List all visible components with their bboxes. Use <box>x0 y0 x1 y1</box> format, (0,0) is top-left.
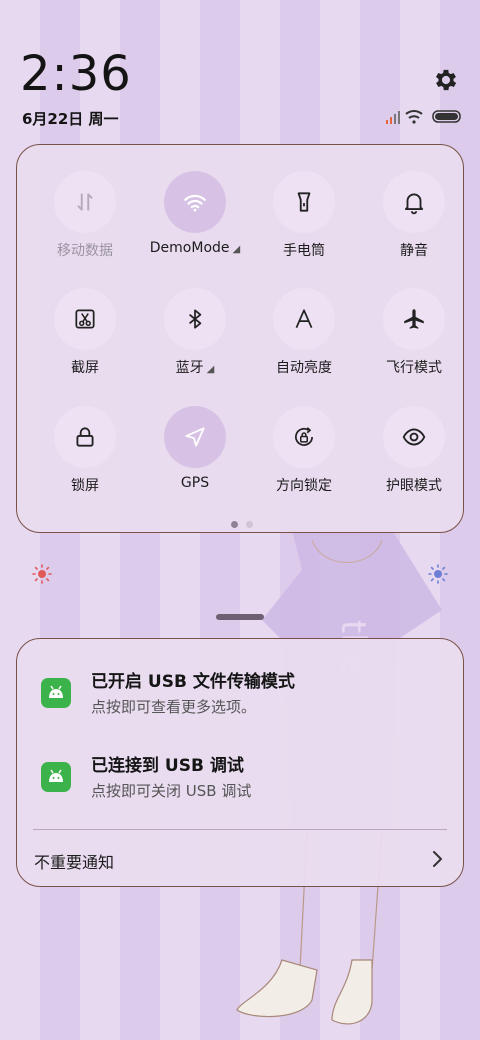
eye-icon <box>402 428 426 446</box>
wifi-icon <box>184 194 206 212</box>
expand-caret-icon[interactable]: ◢ <box>233 244 241 255</box>
toggle-label: 移动数据 <box>25 240 145 260</box>
page-indicator <box>227 521 257 529</box>
lock-icon <box>76 427 94 447</box>
location-arrow-icon <box>185 427 205 447</box>
toggle-label-text: 飞行模式 <box>386 360 442 376</box>
signal-icon <box>386 111 400 124</box>
date-label: 6月22日 周一 <box>22 110 119 128</box>
quick-toggle-eye[interactable]: 护眼模式 <box>364 406 464 510</box>
quick-toggle-flashlight[interactable]: 手电筒 <box>254 171 354 275</box>
android-icon <box>41 678 71 708</box>
auto-brightness-icon <box>295 309 313 329</box>
quick-toggle-rotation-lock[interactable]: 方向锁定 <box>254 406 354 510</box>
toggle-button[interactable] <box>383 406 445 468</box>
quick-toggle-bell[interactable]: 静音 <box>364 171 464 275</box>
page-dot <box>246 521 253 528</box>
toggle-label-text: 静音 <box>400 243 428 259</box>
notification-usb-debug[interactable]: 已连接到 USB 调试 点按即可关闭 USB 调试 <box>17 747 463 807</box>
bluetooth-icon <box>189 309 202 329</box>
chevron-right-icon <box>433 851 442 867</box>
quick-toggle-mobile-data: 移动数据 <box>35 171 135 275</box>
toggle-button[interactable] <box>273 406 335 468</box>
divider <box>33 829 447 830</box>
brightness-high-icon <box>428 564 448 584</box>
toggle-label: 锁屏 <box>25 475 145 495</box>
toggle-label: 方向锁定 <box>244 475 364 495</box>
toggle-label: 自动亮度 <box>244 357 364 377</box>
page-dot-active <box>231 521 238 528</box>
battery-icon <box>432 110 461 123</box>
toggle-label: 静音 <box>354 240 474 260</box>
quick-toggle-airplane[interactable]: 飞行模式 <box>364 288 464 392</box>
brightness-slider[interactable] <box>30 562 450 586</box>
toggle-label-text: GPS <box>180 475 210 491</box>
flashlight-icon <box>297 192 311 212</box>
toggle-label-text: 方向锁定 <box>276 478 332 494</box>
toggle-button[interactable] <box>164 171 226 233</box>
toggle-button[interactable] <box>273 288 335 350</box>
toggle-label: DemoMode ◢ <box>135 240 255 256</box>
toggle-label: 蓝牙 ◢ <box>135 357 255 377</box>
toggle-label-text: DemoMode <box>149 240 230 256</box>
clock: 2:36 <box>20 46 132 102</box>
toggle-button[interactable] <box>273 171 335 233</box>
screenshot-icon <box>75 309 95 329</box>
notification-title: 已开启 USB 文件传输模式 <box>91 672 295 692</box>
toggle-label: 护眼模式 <box>354 475 474 495</box>
toggle-label-text: 移动数据 <box>57 243 113 259</box>
toggle-label-text: 锁屏 <box>71 478 99 494</box>
quick-toggle-bluetooth[interactable]: 蓝牙 ◢ <box>145 288 245 392</box>
unimportant-notifications-row[interactable]: 不重要通知 <box>17 839 463 879</box>
control-center-panel: 移动数据 DemoMode ◢ 手电筒 静音 截屏 蓝牙 ◢ 自动亮度 飞行模式 锁屏 GPS 方向锁定… <box>16 144 464 533</box>
toggle-button[interactable] <box>164 406 226 468</box>
quick-toggle-lock[interactable]: 锁屏 <box>35 406 135 510</box>
mobile-data-icon <box>77 193 93 211</box>
quick-toggle-screenshot[interactable]: 截屏 <box>35 288 135 392</box>
quick-toggle-auto-brightness[interactable]: 自动亮度 <box>254 288 354 392</box>
panel-drag-handle[interactable] <box>216 614 264 620</box>
toggle-label: 手电筒 <box>244 240 364 260</box>
status-bar-icons <box>386 110 461 124</box>
toggle-button[interactable] <box>383 288 445 350</box>
toggle-button[interactable] <box>54 406 116 468</box>
notification-title: 已连接到 USB 调试 <box>91 756 244 776</box>
android-icon <box>41 762 71 792</box>
quick-toggle-location-arrow[interactable]: GPS <box>145 406 245 510</box>
toggle-label-text: 自动亮度 <box>276 360 332 376</box>
quick-toggle-wifi[interactable]: DemoMode ◢ <box>145 171 245 275</box>
toggle-label-text: 手电筒 <box>283 243 325 259</box>
notification-panel: 已开启 USB 文件传输模式 点按即可查看更多选项。 已连接到 USB 调试 点… <box>16 638 464 887</box>
toggle-label: 截屏 <box>25 357 145 377</box>
expand-caret-icon[interactable]: ◢ <box>207 364 215 375</box>
toggle-label: GPS <box>135 475 255 491</box>
bell-icon <box>404 193 424 215</box>
gear-icon[interactable] <box>432 66 460 94</box>
toggle-button[interactable] <box>164 288 226 350</box>
wifi-status-icon <box>405 110 423 124</box>
unimportant-notifications-label: 不重要通知 <box>34 853 115 872</box>
brightness-low-icon <box>32 564 52 584</box>
toggle-label-text: 蓝牙 <box>175 360 204 376</box>
notification-usb-transfer[interactable]: 已开启 USB 文件传输模式 点按即可查看更多选项。 <box>17 663 463 723</box>
notification-body: 点按即可关闭 USB 调试 <box>91 782 252 800</box>
toggle-button[interactable] <box>383 171 445 233</box>
toggle-label-text: 护眼模式 <box>386 478 442 494</box>
airplane-icon <box>404 309 424 329</box>
rotation-lock-icon <box>295 427 313 446</box>
toggle-label: 飞行模式 <box>354 357 474 377</box>
notification-body: 点按即可查看更多选项。 <box>91 698 257 716</box>
toggle-button[interactable] <box>54 288 116 350</box>
toggle-label-text: 截屏 <box>71 360 99 376</box>
toggle-button <box>54 171 116 233</box>
